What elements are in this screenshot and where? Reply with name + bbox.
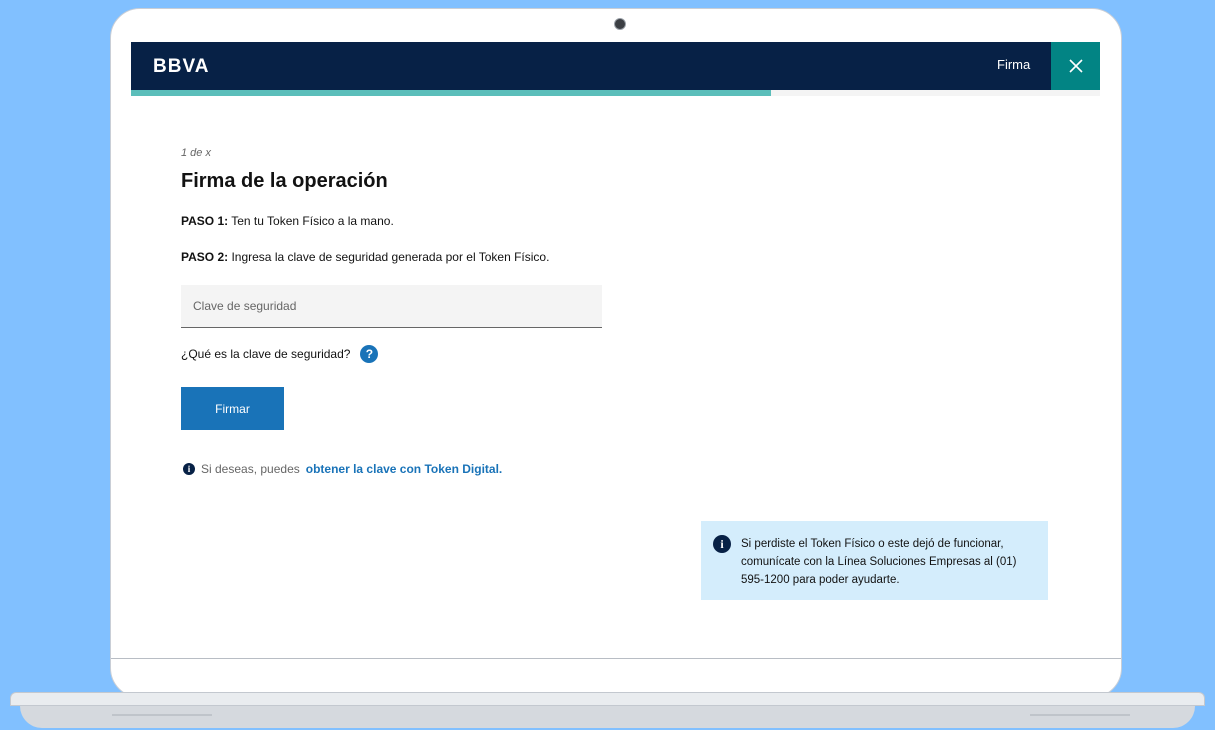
security-key-input[interactable] [181,285,602,327]
laptop-base-bottom [20,706,1195,728]
laptop-foot-left [112,714,212,716]
step-2-instruction: PASO 2: Ingresa la clave de seguridad ge… [181,250,549,264]
notice-text: Si perdiste el Token Físico o este dejó … [741,538,1017,586]
app-screen: BBVA Firma 1 de x Firma de la operación … [131,42,1100,648]
lost-token-notice: i Si perdiste el Token Físico o este dej… [701,521,1048,600]
progress-fill [131,90,771,96]
sign-button[interactable]: Firmar [181,387,284,430]
question-icon[interactable]: ? [360,345,379,363]
bbva-logo[interactable]: BBVA [153,56,209,78]
laptop-chin-divider [111,658,1121,659]
laptop-base [0,692,1215,730]
info-icon: i [713,535,731,553]
laptop-base-top [10,692,1205,706]
close-button[interactable] [1051,42,1100,90]
token-digital-hint: i Si deseas, puedes obtener la clave con… [183,462,502,476]
laptop-foot-right [1030,714,1130,716]
security-key-help: ¿Qué es la clave de seguridad? ? [181,345,379,363]
step-1-text: Ten tu Token Físico a la mano. [228,214,394,228]
security-key-field [181,285,602,328]
step-2-label: PASO 2: [181,250,229,264]
step-2-text: Ingresa la clave de seguridad generada p… [228,250,550,264]
page-title: Firma de la operación [181,170,388,192]
step-1-label: PASO 1: [181,214,229,228]
top-bar: BBVA Firma [131,42,1100,90]
help-text: ¿Qué es la clave de seguridad? [181,347,351,361]
step-1-instruction: PASO 1: Ten tu Token Físico a la mano. [181,214,394,228]
token-digital-prefix: Si deseas, puedes [201,462,300,476]
section-title: Firma [997,57,1031,72]
step-indicator: 1 de x [181,147,211,159]
progress-bar [131,90,1100,96]
close-icon [1068,59,1083,73]
camera-icon [614,18,626,30]
token-digital-link[interactable]: obtener la clave con Token Digital. [306,462,503,476]
info-icon: i [183,463,195,475]
